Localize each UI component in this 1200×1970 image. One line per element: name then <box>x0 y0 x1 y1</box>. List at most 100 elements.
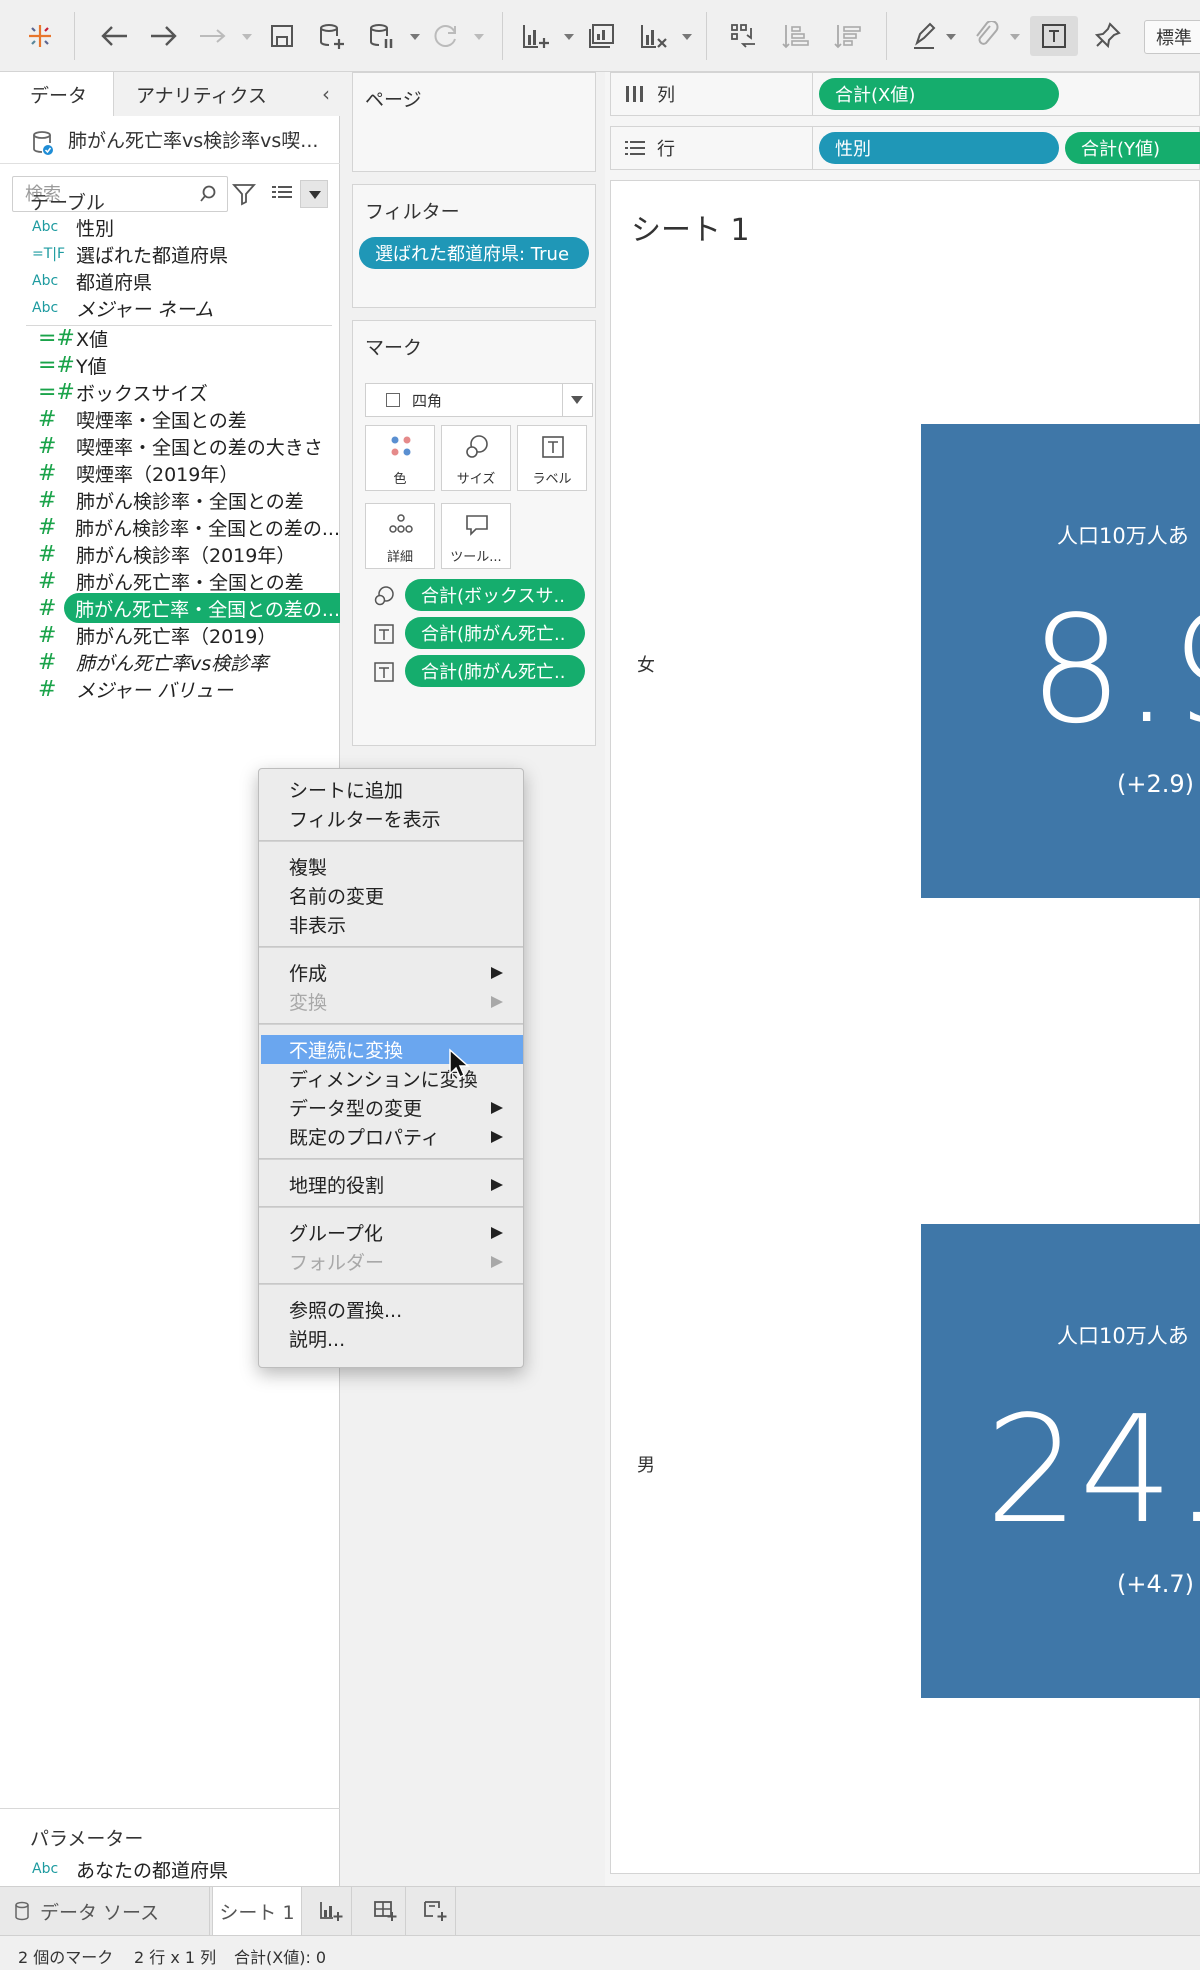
row-header[interactable]: 女 <box>637 651 655 677</box>
show-mark-labels-icon[interactable] <box>1036 18 1072 54</box>
calc-number-type-icon: =# <box>38 379 75 405</box>
label-button[interactable]: ラベル <box>517 425 587 491</box>
menu-item-hide[interactable]: 非表示 <box>261 910 523 939</box>
parameter-item[interactable]: Abc あなたの都道府県 <box>20 1854 340 1884</box>
kpi-tile[interactable]: 人口10万人あ 8.9 (+2.9) <box>921 424 1200 898</box>
kpi-tile[interactable]: 人口10万人あ 24. (+4.7) <box>921 1224 1200 1698</box>
field-item[interactable]: Abc メジャー ネーム <box>20 293 340 323</box>
menu-item-replace-references[interactable]: 参照の置換... <box>261 1295 523 1324</box>
pause-caret-icon[interactable] <box>410 34 420 40</box>
new-datasource-icon[interactable] <box>314 18 350 54</box>
field-item[interactable]: # 肺がん死亡率・全国との差 <box>20 566 340 596</box>
new-worksheet-tab-icon[interactable] <box>310 1887 352 1935</box>
field-item[interactable]: # メジャー バリュー <box>20 674 340 704</box>
columns-pill[interactable]: 合計(X値) <box>819 78 1059 110</box>
rows-shelf[interactable]: 行 性別 合計(Y値) <box>610 126 1200 170</box>
menu-item-duplicate[interactable]: 複製 <box>261 852 523 881</box>
new-worksheet-caret-icon[interactable] <box>564 34 574 40</box>
back-icon[interactable] <box>94 18 134 54</box>
menu-item-change-data-type[interactable]: データ型の変更 <box>261 1093 523 1122</box>
tooltip-label: ツール... <box>450 550 502 565</box>
field-item[interactable]: =# X値 <box>20 323 340 353</box>
tab-data[interactable]: データ <box>0 72 114 116</box>
new-worksheet-icon[interactable] <box>518 18 554 54</box>
field-item[interactable]: # 肺がん検診率・全国との差の... <box>20 512 340 542</box>
field-item[interactable]: # 肺がん検診率・全国との差 <box>20 485 340 515</box>
marks-pill-label-2[interactable]: 合計(肺がん死亡.. <box>405 655 585 687</box>
menu-item-default-properties[interactable]: 既定のプロパティ <box>261 1122 523 1151</box>
filters-card[interactable]: フィルター 選ばれた都道府県: True <box>352 184 596 308</box>
menu-item-group[interactable]: グループ化 <box>261 1218 523 1247</box>
row-header[interactable]: 男 <box>637 1451 655 1477</box>
field-item[interactable]: =T|F 選ばれた都道府県 <box>20 239 340 269</box>
field-item-selected[interactable]: # 肺がん死亡率・全国との差の... <box>20 593 354 623</box>
color-button[interactable]: 色 <box>365 425 435 491</box>
field-item[interactable]: Abc 性別 <box>20 212 340 242</box>
menu-item-convert-to-dimension[interactable]: ディメンションに変換 <box>261 1064 523 1093</box>
search-icon[interactable] <box>199 185 217 203</box>
menu-item-create[interactable]: 作成 <box>261 958 523 987</box>
number-type-icon: # <box>38 676 57 702</box>
menu-item-folder: フォルダー <box>261 1247 523 1276</box>
tableau-logo-icon[interactable] <box>22 18 58 54</box>
tab-analytics[interactable]: アナリティクス <box>114 72 314 116</box>
columns-shelf[interactable]: 列 合計(X値) <box>610 72 1200 116</box>
field-item[interactable]: # 喫煙率（2019年） <box>20 458 340 488</box>
field-item[interactable]: Abc 都道府県 <box>20 266 340 296</box>
highlight-caret-icon[interactable] <box>946 34 956 40</box>
fit-standard-dropdown[interactable]: 標準 <box>1144 20 1200 54</box>
field-item[interactable]: =# ボックスサイズ <box>20 377 340 407</box>
kpi-delta: (+4.7) <box>1117 1570 1195 1598</box>
view-options-icon[interactable] <box>270 182 294 206</box>
menu-item-geographic-role[interactable]: 地理的役割 <box>261 1170 523 1199</box>
datasource-item[interactable]: 肺がん死亡率vs検診率vs喫... <box>0 116 340 164</box>
clear-sheet-icon[interactable] <box>636 18 672 54</box>
clear-caret-icon[interactable] <box>682 34 692 40</box>
tab-datasource[interactable]: データ ソース <box>0 1887 210 1935</box>
columns-label-text: 列 <box>657 85 675 106</box>
tooltip-button[interactable]: ツール... <box>441 503 511 569</box>
menu-item-geographic-role-label: 地理的役割 <box>289 1175 385 1197</box>
field-item[interactable]: # 肺がん死亡率（2019） <box>20 620 340 650</box>
menu-item-describe[interactable]: 説明... <box>261 1324 523 1353</box>
fix-axes-pin-icon[interactable] <box>1090 18 1126 54</box>
forward-icon[interactable] <box>144 18 184 54</box>
new-dashboard-icon[interactable] <box>364 1887 406 1935</box>
pages-card[interactable]: ページ <box>352 72 596 172</box>
filter-pill[interactable]: 選ばれた都道府県: True <box>359 237 589 269</box>
view-options-dropdown[interactable] <box>300 180 328 208</box>
mark-type-dropdown[interactable]: 四角 <box>365 383 593 417</box>
detail-button[interactable]: 詳細 <box>365 503 435 569</box>
new-story-icon[interactable] <box>414 1887 456 1935</box>
number-type-icon: # <box>38 622 57 648</box>
collapse-pane-icon[interactable]: ‹ <box>312 72 340 116</box>
sheet-canvas[interactable]: シート 1 女 人口10万人あ 8.9 (+2.9) 男 人口10万人あ 24.… <box>610 180 1200 1874</box>
menu-item-rename[interactable]: 名前の変更 <box>261 881 523 910</box>
marks-pill-size[interactable]: 合計(ボックスサ.. <box>405 579 585 611</box>
menu-item-add-to-sheet[interactable]: シートに追加 <box>261 775 523 804</box>
menu-item-show-filter[interactable]: フィルターを表示 <box>261 804 523 833</box>
marks-pill-label-1[interactable]: 合計(肺がん死亡.. <box>405 617 585 649</box>
field-item[interactable]: # 肺がん検診率（2019年） <box>20 539 340 569</box>
swap-rows-columns-icon[interactable] <box>726 18 762 54</box>
rows-pill-measure[interactable]: 合計(Y値) <box>1065 132 1200 164</box>
rows-pill-dimension[interactable]: 性別 <box>819 132 1059 164</box>
menu-item-folder-label: フォルダー <box>289 1252 385 1274</box>
field-item[interactable]: # 喫煙率・全国との差の大きさ <box>20 431 340 461</box>
menu-item-convert-to-discrete[interactable]: 不連続に変換 <box>261 1035 523 1064</box>
highlight-icon[interactable] <box>906 18 942 54</box>
pause-update-icon[interactable] <box>364 18 400 54</box>
field-item[interactable]: # 喫煙率・全国との差 <box>20 404 340 434</box>
field-item[interactable]: # 肺がん死亡率vs検診率 <box>20 647 340 677</box>
tab-sheet-1[interactable]: シート 1 <box>212 1887 302 1935</box>
kpi-value: 8.9 <box>1029 584 1200 756</box>
save-icon[interactable] <box>264 18 300 54</box>
toolbar-separator <box>502 12 503 60</box>
field-item[interactable]: =# Y値 <box>20 350 340 380</box>
filter-icon[interactable] <box>232 182 256 206</box>
calc-number-type-icon: =# <box>38 325 75 351</box>
duplicate-sheet-icon[interactable] <box>584 18 620 54</box>
redo-icon <box>194 18 234 54</box>
size-button[interactable]: サイズ <box>441 425 511 491</box>
chevron-down-icon[interactable] <box>562 384 592 416</box>
